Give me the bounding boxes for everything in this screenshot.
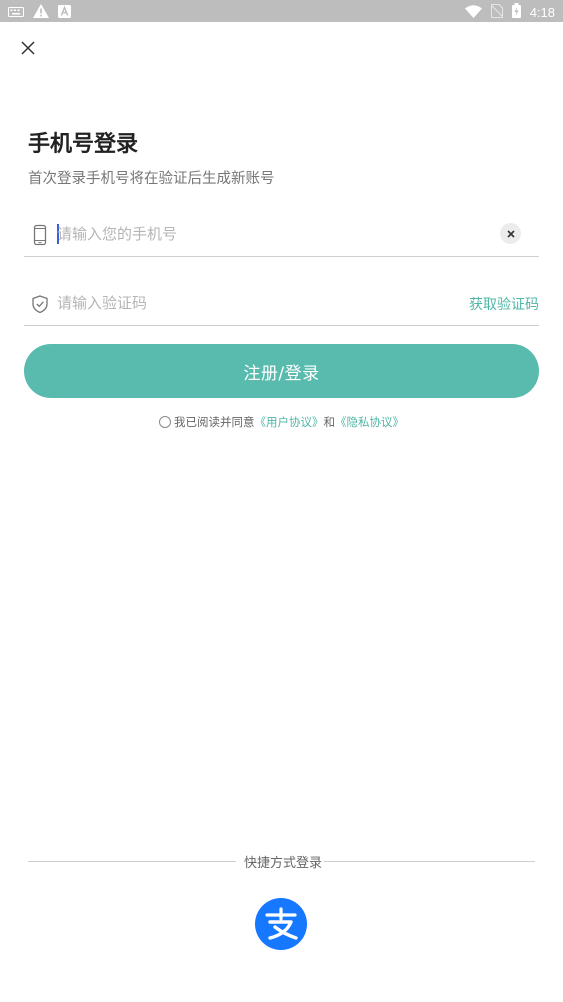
keyboard-icon [8,3,24,22]
battery-icon [511,3,521,22]
agree-checkbox[interactable] [159,416,171,428]
close-icon [21,41,35,55]
status-time: 4:18 [529,4,555,20]
no-sim-icon [490,3,504,22]
register-login-button[interactable]: 注册/登录 [24,344,539,398]
phone-input[interactable]: 请输入您的手机号 [57,223,177,245]
get-code-button[interactable]: 获取验证码 [469,294,539,314]
agreement-prefix: 我已阅读并同意 [174,415,255,429]
quick-login-divider: 快捷方式登录 [28,851,535,871]
warning-icon [33,3,49,22]
agreement-row: 我已阅读并同意 《用户协议》 和 《隐私协议》 [0,414,563,430]
shield-check-icon [31,293,49,315]
agreement-and: 和 [323,415,336,429]
user-agreement-link[interactable]: 《用户协议》 [255,414,324,430]
phone-icon [31,224,49,246]
page-title: 手机号登录 [28,132,139,157]
page-subtitle: 首次登录手机号将在验证后生成新账号 [28,171,275,187]
alipay-login-button[interactable] [255,898,307,950]
clear-icon [506,229,515,238]
alipay-icon [265,907,298,940]
divider-line-right [324,861,535,862]
divider-line-left [28,861,236,862]
code-field[interactable]: 请输入验证码 获取验证码 [24,280,539,326]
quick-login-label: 快捷方式登录 [244,856,323,871]
phone-field[interactable]: 请输入您的手机号 [24,211,539,257]
clear-phone-button[interactable] [500,223,521,244]
code-input[interactable]: 请输入验证码 [57,292,147,314]
status-bar: 4:18 [0,0,563,22]
wifi-icon [464,3,482,22]
close-button[interactable] [16,36,40,60]
a-notification-icon [58,3,71,22]
privacy-policy-link[interactable]: 《隐私协议》 [335,414,404,430]
